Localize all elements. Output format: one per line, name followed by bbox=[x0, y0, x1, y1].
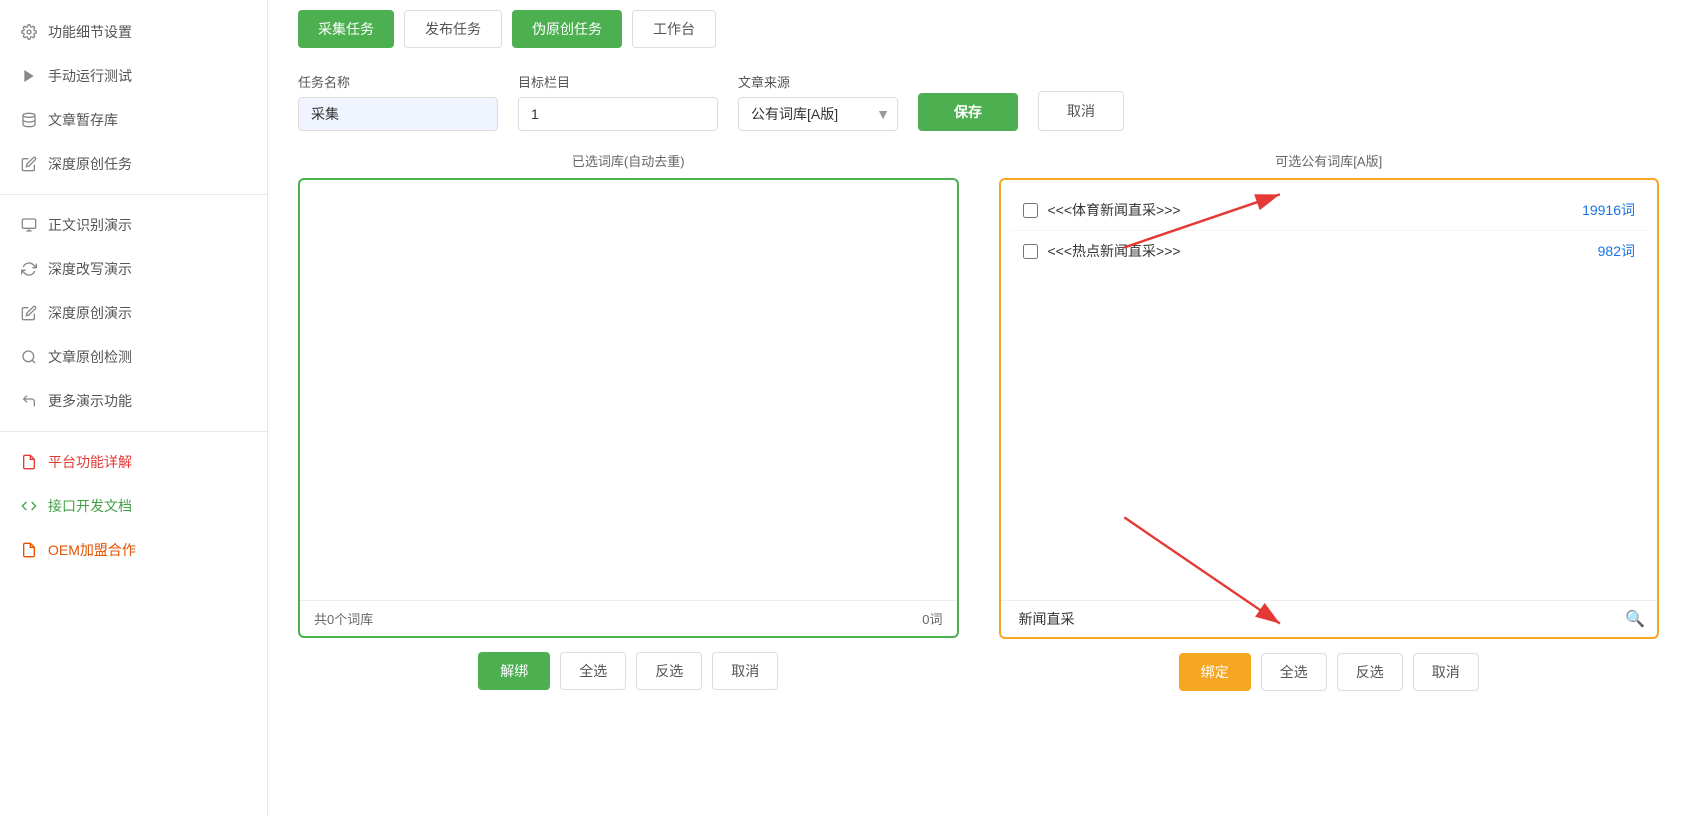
sidebar-item-original-detect[interactable]: 文章原创检测 bbox=[0, 335, 267, 379]
vocab-name-sports: <<<体育新闻直采>>> bbox=[1048, 200, 1573, 220]
sidebar-item-label: 更多演示功能 bbox=[48, 391, 132, 411]
sidebar-item-label: 深度原创任务 bbox=[48, 154, 132, 174]
left-cancel-button[interactable]: 取消 bbox=[712, 652, 778, 690]
sidebar-item-label: 文章原创检测 bbox=[48, 347, 132, 367]
monitor-icon bbox=[20, 216, 38, 234]
play-icon bbox=[20, 67, 38, 85]
vocab-count-sports: 19916词 bbox=[1582, 200, 1635, 220]
right-cancel-button[interactable]: 取消 bbox=[1413, 653, 1479, 691]
sidebar-item-label: 文章暂存库 bbox=[48, 110, 118, 130]
left-panel-footer: 共0个词库 0词 bbox=[300, 600, 957, 636]
refresh-icon bbox=[20, 260, 38, 278]
bind-button[interactable]: 绑定 bbox=[1179, 653, 1251, 691]
sidebar-divider-2 bbox=[0, 431, 267, 432]
cancel-button[interactable]: 取消 bbox=[1038, 91, 1124, 131]
task-name-group: 任务名称 bbox=[298, 72, 498, 131]
sidebar-item-article-cache[interactable]: 文章暂存库 bbox=[0, 98, 267, 142]
sidebar-item-label: 平台功能详解 bbox=[48, 452, 132, 472]
article-source-label: 文章来源 bbox=[738, 72, 898, 91]
panels-wrapper: 已选词库(自动去重) 共0个词库 0词 解绑 全选 反选 bbox=[298, 151, 1659, 691]
right-select-all-button[interactable]: 全选 bbox=[1261, 653, 1327, 691]
sidebar-item-label: 功能细节设置 bbox=[48, 22, 132, 42]
task-name-label: 任务名称 bbox=[298, 72, 498, 91]
left-panel-box: 共0个词库 0词 bbox=[298, 178, 959, 638]
sidebar-item-label: OEM加盟合作 bbox=[48, 540, 136, 560]
edit2-icon bbox=[20, 304, 38, 322]
sidebar-item-label: 深度原创演示 bbox=[48, 303, 132, 323]
right-panel-title: 可选公有词库[A版] bbox=[999, 151, 1660, 170]
sidebar-item-platform-detail[interactable]: 平台功能详解 bbox=[0, 440, 267, 484]
database-icon bbox=[20, 111, 38, 129]
target-column-input[interactable] bbox=[518, 97, 718, 131]
left-panel-count: 共0个词库 bbox=[314, 609, 373, 628]
vocab-item-sports: <<<体育新闻直采>>> 19916词 bbox=[1011, 190, 1648, 231]
doc2-icon bbox=[20, 541, 38, 559]
target-column-label: 目标栏目 bbox=[518, 72, 718, 91]
left-panel-title: 已选词库(自动去重) bbox=[298, 151, 959, 170]
doc-icon bbox=[20, 453, 38, 471]
right-invert-button[interactable]: 反选 bbox=[1337, 653, 1403, 691]
target-column-group: 目标栏目 bbox=[518, 72, 718, 131]
form-row: 任务名称 目标栏目 文章来源 公有词库[A版] 私有词库 自定义 ▼ 保存 bbox=[298, 58, 1659, 151]
top-buttons-row: 采集任务 发布任务 伪原创任务 工作台 bbox=[298, 0, 1659, 58]
vocab-checkbox-hot[interactable] bbox=[1023, 244, 1038, 259]
sidebar-item-manual-run[interactable]: 手动运行测试 bbox=[0, 54, 267, 98]
left-panel-words: 0词 bbox=[922, 609, 942, 628]
left-select-all-button[interactable]: 全选 bbox=[560, 652, 626, 690]
sidebar-item-api-doc[interactable]: 接口开发文档 bbox=[0, 484, 267, 528]
left-panel-buttons: 解绑 全选 反选 取消 bbox=[298, 652, 959, 690]
article-source-group: 文章来源 公有词库[A版] 私有词库 自定义 ▼ bbox=[738, 72, 898, 131]
right-panel-box: <<<体育新闻直采>>> 19916词 <<<热点新闻直采>>> 982词 bbox=[999, 178, 1660, 639]
sidebar-item-deep-rewrite[interactable]: 深度改写演示 bbox=[0, 247, 267, 291]
sidebar-item-text-recognition[interactable]: 正文识别演示 bbox=[0, 203, 267, 247]
sidebar-item-feature-settings[interactable]: 功能细节设置 bbox=[0, 10, 267, 54]
save-button[interactable]: 保存 bbox=[918, 93, 1018, 131]
code-icon bbox=[20, 497, 38, 515]
btn-workbench[interactable]: 工作台 bbox=[632, 10, 716, 48]
search-icon bbox=[20, 348, 38, 366]
btn-publish-task[interactable]: 发布任务 bbox=[404, 10, 502, 48]
btn-collection-task[interactable]: 采集任务 bbox=[298, 10, 394, 48]
sidebar: 功能细节设置 手动运行测试 文章暂存库 深度原创任务 正文识别演示 bbox=[0, 0, 268, 816]
edit-icon bbox=[20, 155, 38, 173]
right-panel-buttons: 绑定 全选 反选 取消 bbox=[999, 653, 1660, 691]
left-panel: 已选词库(自动去重) 共0个词库 0词 解绑 全选 反选 bbox=[298, 151, 959, 690]
right-panel-inner: <<<体育新闻直采>>> 19916词 <<<热点新闻直采>>> 982词 bbox=[1001, 180, 1658, 600]
unbind-button[interactable]: 解绑 bbox=[478, 652, 550, 690]
sidebar-item-label: 接口开发文档 bbox=[48, 496, 132, 516]
right-search-input[interactable] bbox=[1013, 607, 1626, 631]
gear-icon bbox=[20, 23, 38, 41]
sidebar-item-deep-original[interactable]: 深度原创任务 bbox=[0, 142, 267, 186]
vocab-item-hot: <<<热点新闻直采>>> 982词 bbox=[1011, 231, 1648, 271]
sidebar-item-label: 深度改写演示 bbox=[48, 259, 132, 279]
vocab-name-hot: <<<热点新闻直采>>> bbox=[1048, 241, 1588, 261]
sidebar-item-label: 手动运行测试 bbox=[48, 66, 132, 86]
article-source-select[interactable]: 公有词库[A版] 私有词库 自定义 bbox=[738, 97, 898, 131]
sidebar-item-deep-original-demo[interactable]: 深度原创演示 bbox=[0, 291, 267, 335]
search-icon[interactable]: 🔍 bbox=[1625, 609, 1645, 629]
task-name-input[interactable] bbox=[298, 97, 498, 131]
sidebar-item-more-demo[interactable]: 更多演示功能 bbox=[0, 379, 267, 423]
right-panel-footer: 🔍 bbox=[1001, 600, 1658, 637]
left-panel-inner bbox=[300, 180, 957, 600]
sidebar-item-oem[interactable]: OEM加盟合作 bbox=[0, 528, 267, 572]
article-source-select-wrapper: 公有词库[A版] 私有词库 自定义 ▼ bbox=[738, 97, 898, 131]
vocab-count-hot: 982词 bbox=[1598, 241, 1635, 261]
vocab-checkbox-sports[interactable] bbox=[1023, 203, 1038, 218]
btn-pseudo-original[interactable]: 伪原创任务 bbox=[512, 10, 622, 48]
left-invert-button[interactable]: 反选 bbox=[636, 652, 702, 690]
sidebar-divider bbox=[0, 194, 267, 195]
main-content: 采集任务 发布任务 伪原创任务 工作台 任务名称 目标栏目 文章来源 公有词库[… bbox=[268, 0, 1689, 816]
right-panel: 可选公有词库[A版] <<<体育新闻直采>>> 19916词 <<<热点新闻直采… bbox=[999, 151, 1660, 691]
share-icon bbox=[20, 392, 38, 410]
sidebar-item-label: 正文识别演示 bbox=[48, 215, 132, 235]
